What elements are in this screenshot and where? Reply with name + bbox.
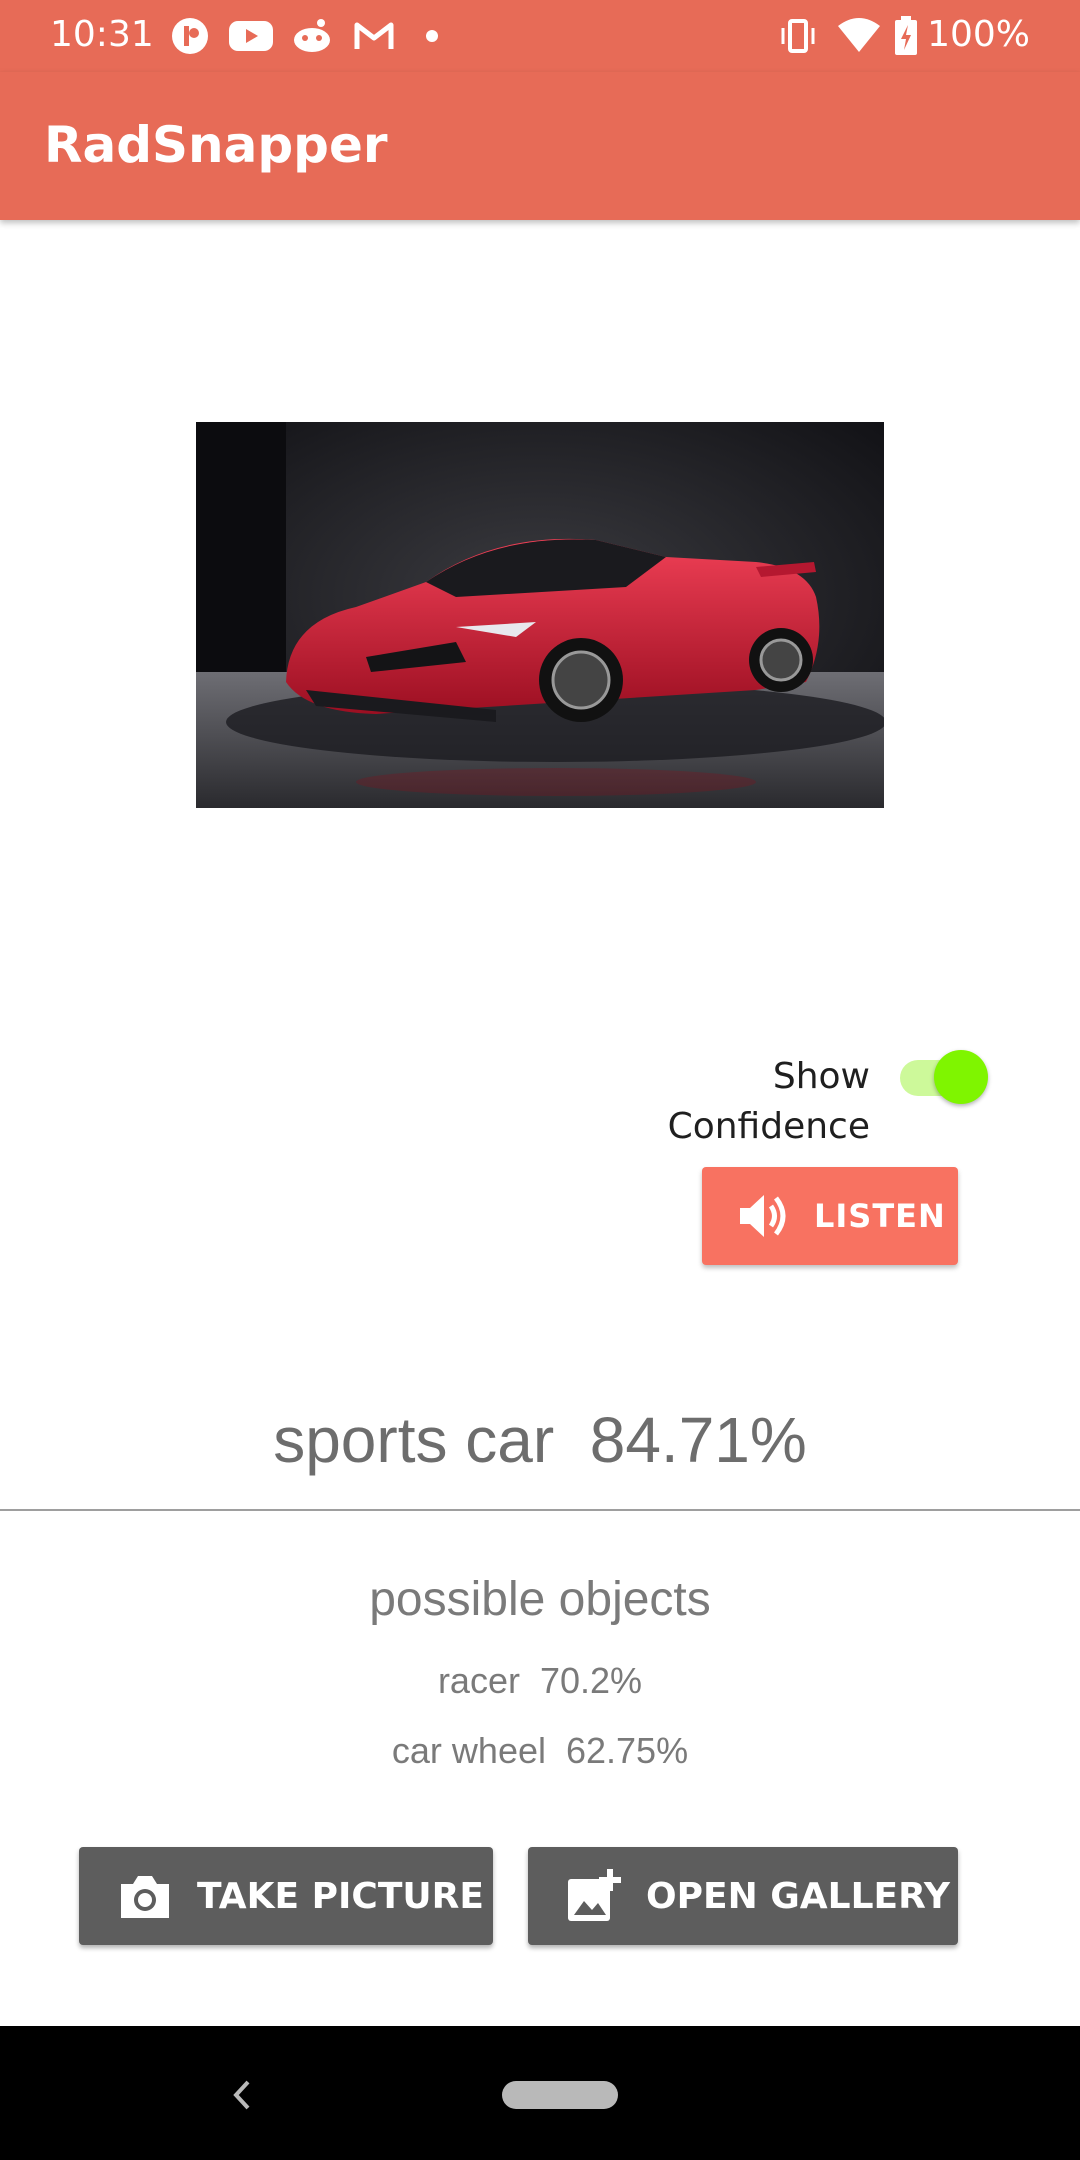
status-time: 10:31 [50, 14, 154, 55]
listen-label: LISTEN [814, 1197, 946, 1235]
youtube-icon [228, 14, 274, 58]
wifi-icon [836, 14, 882, 58]
take-picture-button[interactable]: TAKE PICTURE [79, 1847, 493, 1945]
home-pill[interactable] [502, 2081, 618, 2109]
captured-photo [196, 422, 884, 808]
back-icon[interactable] [222, 2070, 262, 2120]
toggle-thumb[interactable] [934, 1050, 988, 1104]
gmail-icon [352, 14, 396, 58]
app-title: RadSnapper [44, 116, 388, 174]
possible-objects-title: possible objects [369, 1573, 711, 1626]
listen-button[interactable]: LISTEN [702, 1167, 958, 1265]
vibrate-icon [776, 14, 820, 58]
volume-icon [738, 1191, 792, 1241]
divider [0, 1509, 1080, 1511]
reddit-alt-icon [168, 14, 212, 58]
camera-icon [117, 1872, 173, 1920]
battery-percent: 100% [927, 14, 1030, 55]
open-gallery-button[interactable]: OPEN GALLERY [528, 1847, 958, 1945]
top-prediction: sports car 84.71% [273, 1404, 807, 1476]
reddit-icon [290, 14, 334, 58]
take-picture-label: TAKE PICTURE [197, 1875, 484, 1917]
add-photo-icon [566, 1869, 622, 1923]
show-confidence-label: Show Confidence [667, 1056, 870, 1147]
possible-object-item: racer 70.2% [437, 1660, 643, 1701]
open-gallery-label: OPEN GALLERY [646, 1875, 950, 1917]
possible-object-item: car wheel 62.75% [391, 1730, 689, 1771]
battery-charging-icon [892, 14, 920, 58]
dot-icon [420, 14, 444, 58]
